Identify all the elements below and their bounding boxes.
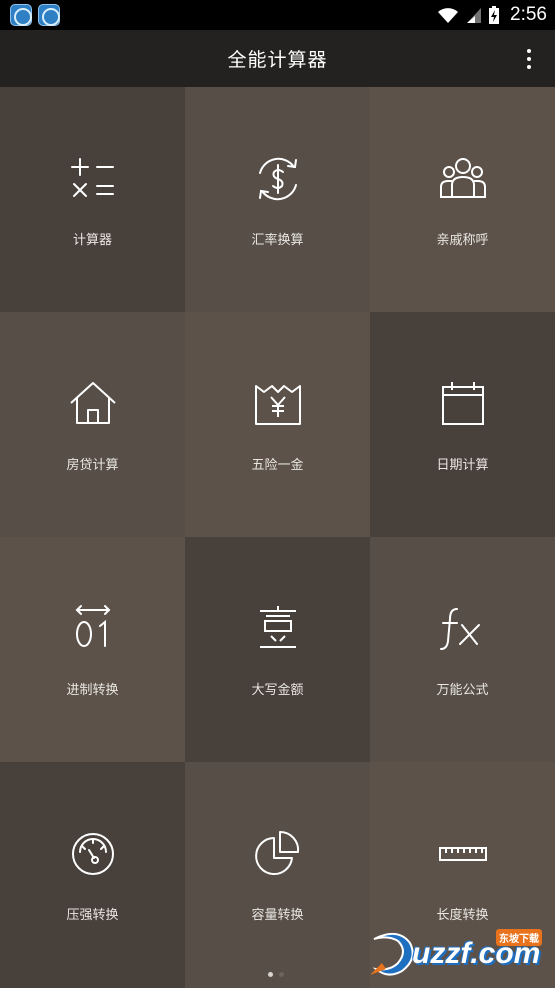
- app-title: 全能计算器: [227, 49, 328, 71]
- tool-grid: 计算器 汇率换算 亲戚称呼 房贷计算 五险一金 日期计算 进制转换 大写金额 万…: [0, 87, 555, 988]
- tile-label: 容量转换: [251, 908, 304, 923]
- calculator-icon: [67, 153, 119, 205]
- page-indicator: [268, 972, 284, 977]
- tile-relatives[interactable]: 亲戚称呼: [370, 87, 555, 312]
- signal-icon: [467, 8, 482, 23]
- house-icon: [67, 378, 119, 430]
- tile-base-conversion[interactable]: 进制转换: [0, 537, 185, 762]
- status-time: 2:56: [510, 4, 547, 25]
- currency-exchange-icon: [252, 153, 304, 205]
- calendar-icon: [437, 378, 489, 430]
- status-bar: 2:56: [0, 0, 555, 30]
- pie-chart-icon: [252, 828, 304, 880]
- wifi-icon: [438, 8, 459, 23]
- tile-label: 五险一金: [251, 458, 304, 473]
- formula-icon: [437, 603, 489, 655]
- more-vertical-icon[interactable]: [517, 46, 541, 72]
- tile-label: 日期计算: [436, 458, 489, 473]
- chinese-numeral-icon: [252, 603, 304, 655]
- tile-label: 大写金额: [251, 683, 304, 698]
- tile-label: 压强转换: [66, 908, 119, 923]
- tile-date-calculator[interactable]: 日期计算: [370, 312, 555, 537]
- app-bar: 全能计算器: [0, 30, 555, 87]
- app-notification-icon: [10, 4, 32, 26]
- tile-label: 万能公式: [436, 683, 489, 698]
- tile-currency-exchange[interactable]: 汇率换算: [185, 87, 370, 312]
- binary-icon: [67, 603, 119, 655]
- tile-label: 亲戚称呼: [436, 233, 489, 248]
- tile-capacity-conversion[interactable]: 容量转换: [185, 762, 370, 988]
- tile-mortgage[interactable]: 房贷计算: [0, 312, 185, 537]
- tile-label: 计算器: [72, 233, 112, 248]
- app-notification-icon: [38, 4, 60, 26]
- watermark-text: uzzf.com: [412, 937, 541, 970]
- status-indicators: 2:56: [436, 0, 547, 30]
- ruler-icon: [437, 828, 489, 880]
- page-dot[interactable]: [279, 972, 284, 977]
- tile-label: 房贷计算: [66, 458, 119, 473]
- battery-charging-icon: [489, 6, 500, 24]
- pressure-gauge-icon: [67, 828, 119, 880]
- tile-label: 长度转换: [436, 908, 489, 923]
- tile-uppercase-amount[interactable]: 大写金额: [185, 537, 370, 762]
- tile-label: 汇率换算: [251, 233, 304, 248]
- tile-label: 进制转换: [66, 683, 119, 698]
- tile-social-insurance[interactable]: 五险一金: [185, 312, 370, 537]
- tile-pressure-conversion[interactable]: 压强转换: [0, 762, 185, 988]
- yen-envelope-icon: [252, 378, 304, 430]
- relatives-icon: [437, 153, 489, 205]
- tile-calculator[interactable]: 计算器: [0, 87, 185, 312]
- watermark-swoosh-icon: [370, 932, 414, 976]
- watermark-logo: 东坡下载 uzzf.com: [368, 925, 550, 981]
- page-dot-active[interactable]: [268, 972, 273, 977]
- tile-formula[interactable]: 万能公式: [370, 537, 555, 762]
